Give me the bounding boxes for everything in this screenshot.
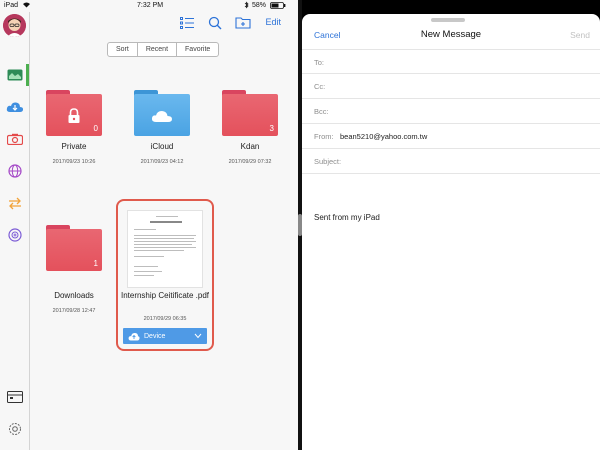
folder-date: 2017/09/23 04:12 xyxy=(140,159,184,165)
scanner-icon[interactable] xyxy=(5,388,25,406)
folder-icon xyxy=(134,90,190,136)
mail-title: New Message xyxy=(420,29,482,40)
to-label: To: xyxy=(314,58,325,67)
pdf-thumbnail xyxy=(127,210,203,288)
time: 7:32 PM xyxy=(137,2,164,9)
avatar[interactable] xyxy=(3,14,26,37)
cc-label: Cc: xyxy=(314,82,326,91)
folder-item-downloads[interactable]: 1 Downloads 2017/09/28 12:47 xyxy=(38,225,110,314)
from-field[interactable]: From: bean5210@yahoo.com.tw xyxy=(302,124,600,149)
folder-icon: 1 xyxy=(46,225,102,271)
send-button[interactable]: Send xyxy=(570,30,590,40)
device-label: Device xyxy=(144,332,166,340)
subject-field[interactable]: Subject: xyxy=(302,149,600,174)
cloud-icon xyxy=(151,111,172,122)
device-location-bar[interactable]: Device xyxy=(123,328,207,344)
folder-name: Downloads xyxy=(54,291,94,300)
pdf-file-name: Internship Ceitificate .pdf xyxy=(120,291,210,300)
cloud-download-icon[interactable] xyxy=(5,98,25,116)
cc-field[interactable]: Cc: xyxy=(302,74,600,99)
message-body[interactable]: Sent from my iPad xyxy=(314,213,380,222)
folder-icon: 3 xyxy=(222,90,278,136)
folder-date: 2017/09/29 07:32 xyxy=(228,159,272,165)
battery-percent: 58% xyxy=(252,2,267,9)
mail-header: Cancel New Message Send xyxy=(302,24,600,46)
sort-segmented-control: Sort Recent Favorite xyxy=(107,42,220,57)
sheet-grabber[interactable] xyxy=(431,18,465,22)
transfer-icon[interactable] xyxy=(5,194,25,212)
folder-item-private[interactable]: 0 Private 2017/09/23 10:26 xyxy=(38,90,110,165)
folder-name: Kdan xyxy=(240,142,260,151)
sort-tab[interactable]: Sort xyxy=(108,43,138,56)
list-view-icon[interactable] xyxy=(180,16,196,30)
folder-name: Private xyxy=(61,142,87,151)
folder-icon: 0 xyxy=(46,90,102,136)
to-field[interactable]: To: xyxy=(302,49,600,74)
from-label: From: xyxy=(314,132,334,141)
file-manager-app: iPad 7:32 PM 58% Edit Sort Recent Favori… xyxy=(0,0,298,450)
device-label: iPad xyxy=(4,2,19,9)
search-icon[interactable] xyxy=(208,16,224,30)
pdf-file-date: 2017/09/29 06:35 xyxy=(143,316,187,322)
local-files-icon[interactable] xyxy=(5,66,25,84)
add-circle-icon[interactable] xyxy=(5,226,25,244)
from-value: bean5210@yahoo.com.tw xyxy=(340,132,428,141)
globe-icon[interactable] xyxy=(5,162,25,180)
settings-gear-icon[interactable] xyxy=(5,420,25,438)
lock-icon xyxy=(68,108,80,123)
sidebar xyxy=(0,12,30,450)
chevron-down-icon[interactable] xyxy=(194,333,202,339)
bcc-label: Bcc: xyxy=(314,107,329,116)
bcc-field[interactable]: Bcc: xyxy=(302,99,600,124)
battery-icon xyxy=(270,2,286,11)
wifi-icon xyxy=(22,1,31,10)
subject-label: Subject: xyxy=(314,157,342,166)
active-indicator xyxy=(26,64,29,86)
cloud-upload-icon xyxy=(128,332,140,340)
bluetooth-icon xyxy=(244,1,249,11)
item-count: 1 xyxy=(93,259,98,268)
folder-item-kdan[interactable]: 3 Kdan 2017/09/29 07:32 xyxy=(214,90,286,165)
status-bar: iPad 7:32 PM 58% xyxy=(0,0,298,12)
folder-date: 2017/09/23 10:26 xyxy=(52,159,96,165)
favorite-tab[interactable]: Favorite xyxy=(177,43,218,56)
item-count: 0 xyxy=(93,124,98,133)
pdf-file-item[interactable]: Internship Ceitificate .pdf 2017/09/29 0… xyxy=(116,199,214,351)
folder-date: 2017/09/28 12:47 xyxy=(52,308,96,314)
item-count: 3 xyxy=(269,124,274,133)
mail-app: Cancel New Message Send To: Cc: Bcc: Fro… xyxy=(302,0,600,450)
camera-icon[interactable] xyxy=(5,130,25,148)
new-message-sheet: Cancel New Message Send To: Cc: Bcc: Fro… xyxy=(302,14,600,450)
edit-button[interactable]: Edit xyxy=(265,17,281,27)
new-folder-icon[interactable] xyxy=(235,16,251,30)
folder-item-icloud[interactable]: iCloud 2017/09/23 04:12 xyxy=(126,90,198,165)
folder-name: iCloud xyxy=(150,142,174,151)
recent-tab[interactable]: Recent xyxy=(138,43,178,56)
